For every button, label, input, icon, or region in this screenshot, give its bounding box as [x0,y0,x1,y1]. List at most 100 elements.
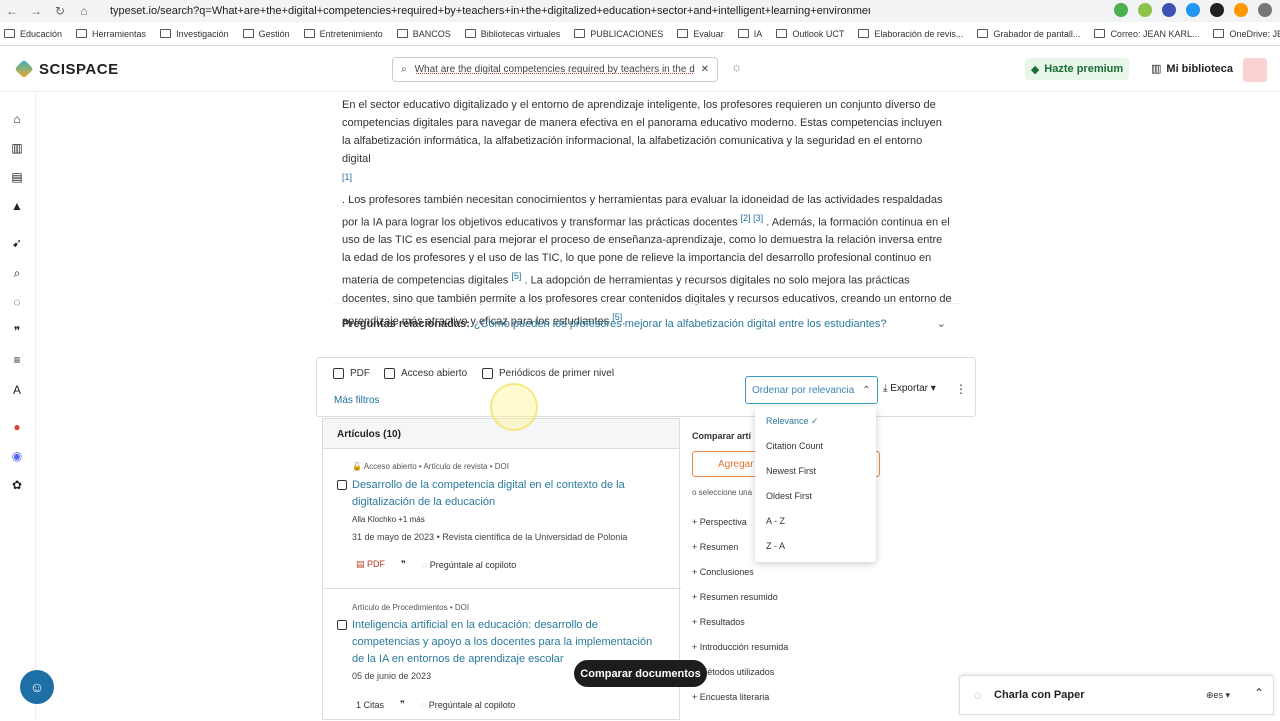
back-icon[interactable]: ← [0,4,24,18]
chat-with-paper-bar[interactable]: ◌ Charla con Paper ⊕es ▾ ⌃ [959,675,1274,715]
lightbulb-icon[interactable]: ☼ [731,60,747,76]
compare-documents-button[interactable]: Comparar documentos [574,660,707,687]
compare-column-option[interactable]: + Perspectiva [692,517,747,527]
chat-icon: ◌ [420,699,427,710]
clear-icon[interactable]: ✕ [701,64,709,75]
checkbox[interactable] [482,368,493,379]
chevron-down-icon[interactable]: ⌄ [937,317,946,330]
compare-column-option[interactable]: + Resumen [692,542,738,552]
copilot-button[interactable]: ◌ Pregúntale al copiloto [422,560,516,570]
forward-icon[interactable]: → [24,4,48,18]
bookmark-item[interactable]: Evaluar [677,29,724,39]
logo[interactable]: SCISPACE [14,59,119,79]
browser-address-bar: ← → ↻ ⌂ typeset.io/search?q=What+are+the… [0,0,1280,22]
extension-icon[interactable] [1234,3,1248,17]
home-icon[interactable]: ⌂ [8,110,26,128]
library-button[interactable]: ▥ Mi biblioteca [1151,62,1233,75]
compare-column-option[interactable]: + Introducción resumida [692,642,788,652]
folder-icon [396,29,408,38]
article-checkbox[interactable] [337,480,347,490]
bookmark-item[interactable]: PUBLICACIONES [574,29,663,39]
folder-icon [464,29,476,38]
sort-option[interactable]: Z - A [766,541,785,551]
extension-icon[interactable] [1162,3,1176,17]
article-title[interactable]: Desarrollo de la competencia digital en … [352,477,642,511]
help-button[interactable]: ☺ [20,670,54,704]
compare-column-option[interactable]: + Conclusiones [692,567,754,577]
bookmark-item[interactable]: Entretenimiento [303,29,383,39]
related-questions[interactable]: Preguntas relacionadas: ¿Cómo pueden los… [334,303,960,343]
bookmark-item[interactable]: Elaboración de revis... [858,29,963,39]
folder-icon [574,29,586,38]
compare-column-option[interactable]: + Resultados [692,617,745,627]
bookmark-item[interactable]: Gestión [242,29,290,39]
avatar[interactable] [1243,58,1267,82]
checkbox[interactable] [333,368,344,379]
sort-select[interactable]: Ordenar por relevancia ⌃ [745,376,878,404]
url-input[interactable]: typeset.io/search?q=What+are+the+digital… [110,5,870,17]
extension-icon[interactable] [1210,3,1224,17]
copilot-button[interactable]: ◌ Pregúntale al copiloto [421,700,515,710]
article-checkbox[interactable] [337,620,347,630]
quote-icon[interactable]: ❞ [8,322,26,340]
sort-option[interactable]: Relevance ✓ [766,416,819,427]
premium-button[interactable]: ◆ Hazte premium [1025,58,1129,80]
sort-option[interactable]: A - Z [766,516,785,526]
list-icon[interactable]: ≡ [8,351,26,369]
bookmark-item[interactable]: Correo: JEAN KARL... [1094,29,1199,39]
article-actions: 1 Citas ❞ ◌ Pregúntale al copiloto [356,699,515,710]
plus-icon: + [692,517,700,527]
folder-icon [677,29,689,38]
library-icon[interactable]: ▥ [8,139,26,157]
bookmark-item[interactable]: Grabador de pantall... [977,29,1080,39]
sort-option[interactable]: Oldest First [766,491,812,501]
discord-icon[interactable]: ◉ [8,447,26,465]
openai-icon[interactable]: ✿ [8,476,26,494]
folder-icon [858,29,870,38]
bookmark-item[interactable]: Educación [4,29,62,39]
extension-icon[interactable] [1138,3,1152,17]
bookmark-item[interactable]: Herramientas [76,29,146,39]
rocket-icon[interactable]: ➹ [8,234,26,252]
more-filters-link[interactable]: Más filtros [334,395,380,406]
citation-link[interactable]: [1] [342,172,352,182]
profile-icon[interactable] [1258,3,1272,17]
more-options-icon[interactable]: ⋮ [955,382,967,396]
notebook-icon[interactable]: ▤ [8,168,26,186]
quote-icon[interactable]: ❞ [401,559,406,570]
search-input[interactable]: ⌕ What are the digital competencies requ… [392,57,718,82]
home-icon[interactable]: ⌂ [72,4,96,18]
bookmark-item[interactable]: OneDrive: JEAN CA... [1213,29,1280,39]
bookmark-item[interactable]: Investigación [160,29,229,39]
sort-option[interactable]: Citation Count [766,441,823,451]
bookmark-item[interactable]: BANCOS [396,29,451,39]
quote-icon[interactable]: ❞ [400,699,405,710]
citation-link[interactable]: [2] [3] [741,213,764,223]
search-icon[interactable]: ⌕ [8,264,26,282]
reload-icon[interactable]: ↻ [48,4,72,18]
chrome-icon[interactable]: ● [8,418,26,436]
pdf-button[interactable]: ▤ PDF [356,559,385,570]
graduation-icon[interactable]: ▲ [8,197,26,215]
sort-option[interactable]: Newest First [766,466,816,476]
chevron-up-icon[interactable]: ⌃ [1254,686,1264,700]
compare-column-option[interactable]: + Encuesta literaria [692,692,769,702]
related-question-link[interactable]: ¿Cómo pueden los profesores mejorar la a… [474,318,887,330]
extension-icon[interactable] [1186,3,1200,17]
translate-icon[interactable]: A [8,381,26,399]
chat-icon[interactable]: ◌ [8,293,26,311]
search-icon: ⌕ [401,64,407,75]
compare-column-option[interactable]: + Resumen resumido [692,592,778,602]
export-button[interactable]: ⤓ Exportar ▾ [883,383,936,394]
plus-icon: + [692,567,700,577]
checkbox[interactable] [384,368,395,379]
bookmark-item[interactable]: Bibliotecas virtuales [464,29,560,39]
extension-icon[interactable] [1114,3,1128,17]
top-journals-filter[interactable]: Periódicos de primer nivel [482,368,614,379]
citation-link[interactable]: [5] [511,271,521,281]
language-select[interactable]: ⊕es ▾ [1206,690,1230,701]
bookmark-item[interactable]: IA [737,29,762,39]
bookmark-item[interactable]: Outlook UCT [776,29,844,39]
open-access-filter[interactable]: Acceso abierto [384,368,467,379]
pdf-filter[interactable]: PDF [333,368,370,379]
